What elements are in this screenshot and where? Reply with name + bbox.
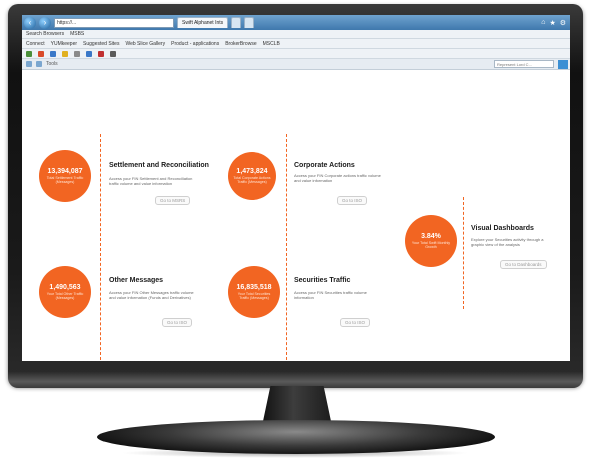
card-link-button[interactable]: Go to MSRS [155, 196, 191, 205]
toolbar-icon[interactable] [38, 50, 44, 57]
favorite-item[interactable]: Connect [26, 41, 45, 47]
home-icon[interactable]: ⌂ [541, 19, 545, 27]
card-link-button[interactable]: Go to ISO [340, 318, 371, 327]
card-description: Access your FIN Corporate actions traffi… [294, 173, 381, 183]
stage: ‹ › https://... Swift Alphanet Ints ⌂ ★ … [0, 0, 591, 463]
card-title: Securities Traffic [294, 277, 351, 284]
tab-3[interactable] [244, 17, 255, 28]
favorite-item[interactable]: Suggested Sites [83, 41, 119, 47]
card-link-button[interactable]: Go to ISO [162, 318, 193, 327]
card-title: Other Messages [109, 277, 164, 284]
favorites-bar: Connect YUMkeeper Suggested Sites Web Sl… [22, 39, 570, 49]
card-title: Settlement and Reconciliation [109, 162, 209, 169]
card-divider [286, 134, 287, 246]
browser-titlebar: ‹ › https://... Swift Alphanet Ints ⌂ ★ … [22, 15, 570, 30]
favorite-item[interactable]: YUMkeeper [51, 41, 77, 47]
toolbar-icon[interactable] [26, 50, 32, 57]
card-description: Access your FIN Settlement and Reconcili… [109, 176, 193, 186]
address-bar[interactable]: https://... [54, 17, 174, 28]
favorite-item[interactable]: BrokerBrowse [225, 41, 256, 47]
metric-caption: Your Total Securities Traffic (Messages) [237, 291, 271, 300]
window-controls: ⌂ ★ ⚙ [541, 19, 570, 27]
card-description: Access your FIN Other Messages traffic v… [109, 290, 194, 300]
card-link-button[interactable]: Go to Dashboards [500, 260, 547, 269]
metric-value: 3.84% [421, 232, 441, 240]
monitor-stand-base [97, 420, 495, 454]
monitor-screen: ‹ › https://... Swift Alphanet Ints ⌂ ★ … [22, 15, 570, 361]
dashboard-content: 13,394,087 Total Settlement Traffic (Mes… [22, 70, 570, 361]
toolbar-icon[interactable] [110, 50, 116, 57]
menu-item[interactable]: Search Browsers [26, 31, 64, 37]
favorite-item[interactable]: Product - applications [171, 41, 219, 47]
monitor-chin [8, 372, 583, 388]
browser-menubar: Search Browsers MSBS [22, 30, 570, 39]
command-bar [22, 49, 570, 59]
toolbar-icon[interactable] [26, 61, 32, 67]
card-title: Visual Dashboards [471, 225, 534, 232]
toolbar-icon[interactable] [98, 50, 104, 57]
tab-active[interactable]: Swift Alphanet Ints [177, 17, 229, 28]
tab-2[interactable] [231, 17, 242, 28]
menu-item[interactable]: MSBS [70, 31, 84, 37]
metric-circle: 1,473,824 Total Corporate Actions Traffi… [228, 152, 276, 200]
metric-circle: 16,835,518 Your Total Securities Traffic… [228, 266, 280, 318]
toolbar-icon[interactable] [62, 50, 68, 57]
card-divider [100, 248, 101, 360]
metric-caption: Total Settlement Traffic (Messages) [46, 175, 84, 184]
metric-circle: 1,490,563 Your Total Other Traffic (Mess… [39, 266, 91, 318]
toolbar-icon[interactable] [74, 50, 80, 57]
favorite-item[interactable]: MSCLB [263, 41, 280, 47]
search-toolbar: Tools Represent Lord C... [22, 59, 570, 70]
card-divider [100, 134, 101, 246]
back-arrow-icon[interactable]: ‹ [24, 16, 36, 29]
search-icon[interactable] [558, 59, 568, 69]
metric-value: 1,490,563 [49, 283, 81, 291]
search-input[interactable]: Represent Lord C... [494, 60, 554, 68]
metric-circle: 3.84% Your Total Swift Monthly Growth [405, 215, 457, 267]
card-description: Access your FIN Securities traffic volum… [294, 290, 367, 300]
card-divider [286, 248, 287, 360]
card-title: Corporate Actions [294, 162, 355, 169]
metric-value: 16,835,518 [236, 283, 272, 291]
card-divider [463, 197, 464, 309]
toolbar-icon[interactable] [86, 50, 92, 57]
metric-caption: Total Corporate Actions Traffic (Message… [233, 175, 271, 184]
gear-icon[interactable]: ⚙ [560, 19, 566, 27]
card-link-button[interactable]: Go to ISO [337, 196, 368, 205]
card-description: Explore your Securities activity through… [471, 237, 544, 247]
command-label[interactable]: Tools [46, 61, 58, 67]
metric-circle: 13,394,087 Total Settlement Traffic (Mes… [39, 150, 91, 202]
toolbar-icon[interactable] [36, 61, 42, 67]
metric-value: 13,394,087 [47, 167, 83, 175]
metric-caption: Your Total Swift Monthly Growth [411, 240, 451, 249]
favorite-item[interactable]: Web Slice Gallery [125, 41, 165, 47]
forward-arrow-icon[interactable]: › [39, 16, 51, 29]
metric-caption: Your Total Other Traffic (Messages) [46, 291, 84, 300]
metric-value: 1,473,824 [236, 167, 268, 175]
star-icon[interactable]: ★ [549, 19, 555, 27]
toolbar-icon[interactable] [50, 50, 56, 57]
